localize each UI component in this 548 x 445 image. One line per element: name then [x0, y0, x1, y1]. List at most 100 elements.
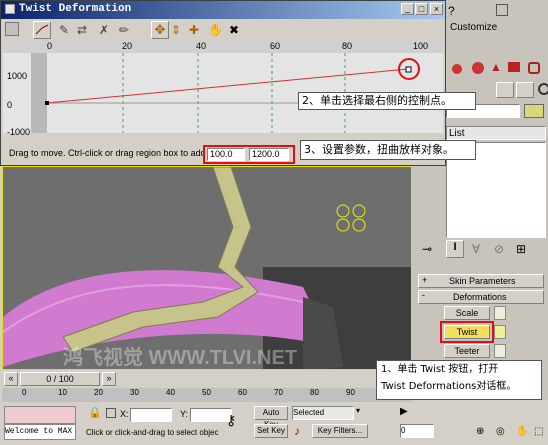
make-unique-icon[interactable]: ∀ — [472, 242, 480, 256]
create-tools-row: ▲ — [446, 58, 548, 82]
shapes-button[interactable] — [516, 82, 534, 98]
pan-icon[interactable]: ✋ — [516, 426, 528, 437]
auto-key-button[interactable]: Auto Key — [254, 406, 288, 429]
show-end-result-button[interactable]: I — [446, 240, 464, 258]
scale-label: Scale — [455, 308, 479, 318]
key-mode-icon[interactable]: ♪ — [294, 424, 300, 438]
key-filters-button[interactable]: Key Filters... — [312, 424, 368, 438]
scale-bulb-icon[interactable] — [494, 306, 506, 320]
plus-icon: + — [422, 275, 428, 285]
key-icon[interactable]: ⚷ — [226, 412, 236, 429]
track-bar[interactable]: 0 10 20 30 40 50 60 70 80 90 100 — [2, 388, 412, 402]
delete-point-icon[interactable]: ✖ — [229, 23, 239, 37]
callout-1: 1、单击 Twist 按钮，打开 Twist Deformations对话框。 — [376, 360, 542, 400]
object-color-swatch[interactable] — [524, 104, 544, 118]
callout-2: 2、单击选择最右侧的控制点。 — [298, 92, 476, 110]
callout-1-line1: 1、单击 Twist 按钮，打开 — [381, 364, 499, 375]
value-right-text: 1200.0 — [252, 149, 280, 159]
rollout-deformations[interactable]: - Deformations — [418, 290, 544, 304]
geometry-button[interactable] — [496, 82, 514, 98]
modifier-list[interactable]: List — [446, 126, 546, 140]
orbit-icon[interactable]: ◎ — [496, 426, 505, 437]
y-label: Y: — [180, 409, 189, 419]
maxscript-listener[interactable] — [4, 406, 76, 424]
skin-parameters-label: Skin Parameters — [449, 276, 516, 286]
callout-3: 3、设置参数，扭曲放样对象。 — [300, 140, 476, 160]
callout-3-text: 3、设置参数，扭曲放样对象。 — [304, 143, 454, 156]
teeter-bulb-icon[interactable] — [494, 344, 506, 358]
helper-icon[interactable] — [528, 62, 540, 74]
scale-button[interactable]: Scale — [444, 306, 490, 320]
viewport[interactable]: 鸿飞视觉 WWW.TLVI.NET — [2, 166, 412, 370]
track-tick: 70 — [274, 388, 283, 397]
status-hint: Drag to move. Ctrl-click or drag region … — [9, 148, 216, 158]
selected-dropdown[interactable]: Selected — [292, 406, 354, 420]
absolute-mode-icon[interactable] — [106, 408, 116, 418]
sphere-icon[interactable] — [452, 64, 462, 74]
pin-stack-icon[interactable]: ⊸ — [422, 242, 432, 256]
track-tick: 50 — [202, 388, 211, 397]
teeter-label: Teeter — [454, 346, 480, 356]
remove-modifier-icon[interactable]: ⊘ — [494, 242, 504, 256]
scene-render — [3, 167, 366, 369]
key-filters-label: Key Filters... — [317, 426, 363, 435]
edit-icon[interactable]: ✏ — [119, 23, 129, 37]
frame-slider[interactable]: 0 / 100 — [20, 372, 100, 386]
time-slider[interactable]: « 0 / 100 » — [2, 372, 412, 386]
dark-shape — [303, 297, 343, 369]
maximize-viewport-icon[interactable]: ⬚ — [534, 426, 543, 437]
help-icon[interactable]: ? — [448, 4, 455, 18]
modifier-list-label: List — [449, 128, 465, 139]
set-key-button[interactable]: Set Key — [254, 424, 288, 438]
welcome-text: Welcome to MAX — [5, 427, 73, 436]
curve-icon[interactable]: ✎ — [59, 23, 69, 37]
track-tick: 40 — [166, 388, 175, 397]
prev-frame-button[interactable]: « — [4, 372, 18, 386]
frame-field[interactable]: 0 — [400, 424, 434, 438]
pointer-icon[interactable] — [496, 4, 508, 16]
sphere-outline-icon[interactable] — [538, 83, 548, 95]
dialog-toolbar: ✎ ⇄ ✗ ✏ ✥ ⇕ ✚ ✋ ✖ — [3, 20, 443, 40]
shape-icon[interactable] — [472, 62, 484, 74]
scale-point-icon[interactable]: ⇕ — [171, 23, 181, 37]
minus-icon: - — [422, 290, 425, 300]
camera-icon[interactable] — [508, 62, 520, 72]
configure-icon[interactable]: ⊞ — [516, 242, 526, 256]
value-field-right[interactable]: 1200.0 — [249, 148, 289, 161]
pan-hand-icon[interactable]: ✋ — [208, 23, 223, 37]
welcome-box[interactable]: Welcome to MAX — [4, 424, 76, 440]
menu-customize[interactable]: Customize — [450, 22, 497, 33]
swap-icon[interactable]: ⇄ — [77, 23, 87, 37]
light-icon[interactable]: ▲ — [490, 60, 502, 74]
pin-icon[interactable]: ✗ — [99, 23, 109, 37]
display-curve-icon[interactable] — [33, 21, 51, 39]
teeter-button[interactable]: Teeter — [444, 344, 490, 358]
track-tick: 90 — [346, 388, 355, 397]
frame-label: 0 / 100 — [46, 374, 74, 384]
maximize-button[interactable]: □ — [415, 3, 428, 15]
zoom-icon[interactable]: ⊕ — [476, 426, 484, 437]
move-control-point-button[interactable]: ✥ — [151, 21, 169, 39]
twist-bulb-icon[interactable] — [494, 325, 506, 339]
twist-highlight-box — [440, 321, 494, 343]
gizmo — [336, 204, 350, 218]
track-tick: 20 — [94, 388, 103, 397]
line-icon — [35, 24, 49, 35]
play-icon[interactable]: ▶ — [400, 406, 408, 417]
prompt-text: Click or click-and-drag to select objec — [86, 428, 219, 437]
close-button[interactable]: × — [430, 3, 443, 15]
rollout-skin-parameters[interactable]: + Skin Parameters — [418, 274, 544, 288]
track-tick: 80 — [310, 388, 319, 397]
selected-label: Selected — [293, 408, 325, 417]
next-frame-button[interactable]: » — [102, 372, 116, 386]
value-field-left[interactable]: 100.0 — [207, 148, 245, 161]
insert-point-icon[interactable]: ✚ — [189, 23, 199, 37]
make-symmetrical-icon[interactable] — [5, 22, 19, 36]
callout-1-line2: Twist Deformations对话框。 — [381, 381, 517, 392]
chevron-down-icon[interactable]: ▾ — [356, 406, 360, 415]
minimize-button[interactable]: _ — [401, 3, 414, 15]
graph-area[interactable]: 0 20 40 60 80 100 1000 0 -1000 — [3, 41, 443, 137]
track-tick: 60 — [238, 388, 247, 397]
lock-icon[interactable]: 🔒 — [88, 406, 102, 419]
x-field[interactable] — [130, 408, 172, 422]
